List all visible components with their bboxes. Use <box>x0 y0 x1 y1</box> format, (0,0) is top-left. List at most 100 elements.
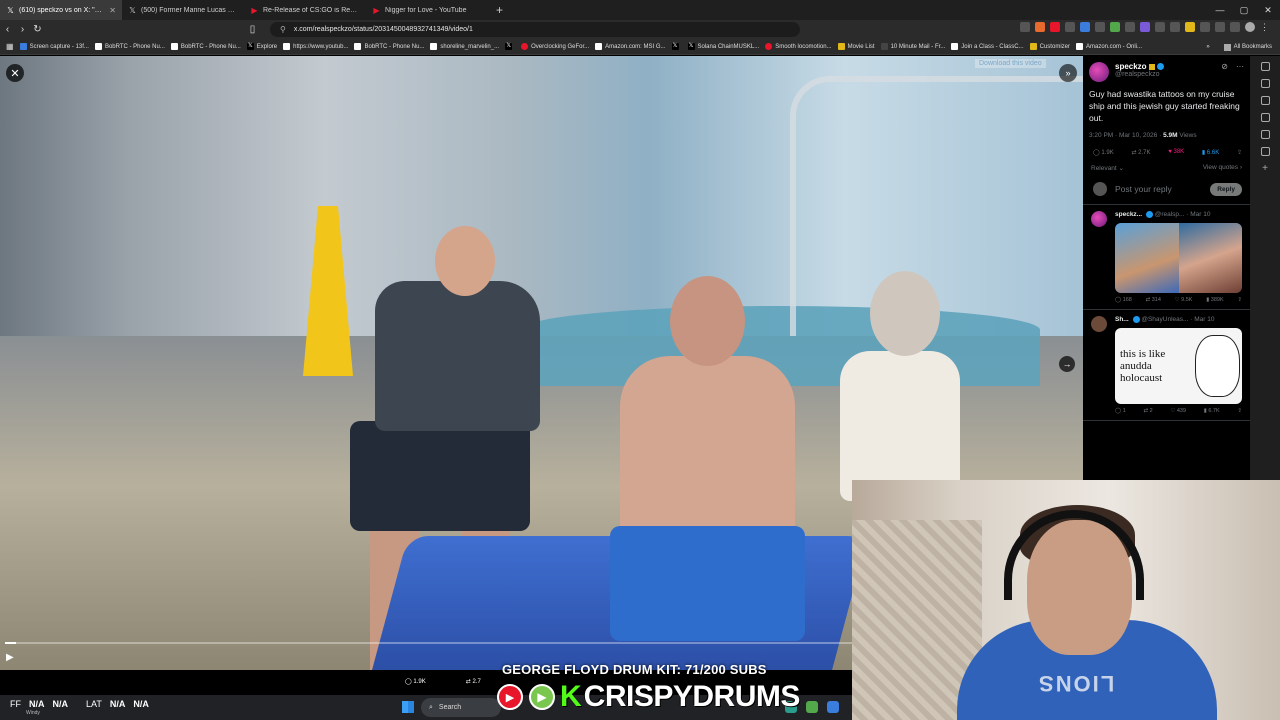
new-tab-button[interactable]: + <box>488 3 511 17</box>
avatar[interactable] <box>1089 62 1109 82</box>
site-info-icon[interactable]: ⚲ <box>280 25 286 34</box>
repost-action[interactable]: ⇄ 2 <box>1143 408 1152 414</box>
repost-stat[interactable]: ⇄ 2.7 <box>466 678 481 685</box>
bookmark-item[interactable]: BobRTC - Phone Nu... <box>94 43 165 50</box>
repost-action[interactable]: ⇄ 314 <box>1146 297 1161 303</box>
reply-action[interactable]: ◯ 168 <box>1115 297 1132 303</box>
views-action[interactable]: ▮ 6.7K <box>1204 408 1220 414</box>
extension-icon[interactable] <box>1185 22 1195 32</box>
side-panel-icon[interactable] <box>1260 113 1270 122</box>
extension-icon[interactable] <box>1140 22 1150 32</box>
side-panel-icon[interactable] <box>1260 79 1270 88</box>
grok-icon[interactable]: ⊘ <box>1221 62 1228 71</box>
bookmark-icon[interactable]: ▯ <box>245 24 260 35</box>
sort-dropdown[interactable]: Relevant ⌄ <box>1091 164 1124 172</box>
reply-action[interactable]: ◯ 1.9K <box>1093 149 1114 156</box>
extension-icon[interactable] <box>1125 22 1135 32</box>
views-action[interactable]: ▮ 389K <box>1206 297 1223 303</box>
close-window-icon[interactable]: ✕ <box>1256 5 1280 16</box>
windows-start-icon[interactable] <box>402 701 414 713</box>
tab-youtube[interactable]: ▶ Nigger for Love - YouTube <box>366 0 488 20</box>
reply-item[interactable]: Sh... @ShayUnleas... · Mar 10 this is li… <box>1083 310 1250 422</box>
all-bookmarks[interactable]: » All Bookmarks <box>1206 39 1272 54</box>
reply-stat[interactable]: ◯ 1.9K <box>405 678 426 685</box>
extension-icon[interactable] <box>1035 22 1045 32</box>
like-action[interactable]: ♡ 439 <box>1170 408 1186 414</box>
extension-icon[interactable] <box>1200 22 1210 32</box>
url-field[interactable]: ⚲ x.com/realspeckzo/status/2031450048932… <box>270 22 800 37</box>
extension-icon[interactable] <box>1095 22 1105 32</box>
reply-author-name[interactable]: Sh... <box>1115 316 1129 323</box>
bookmark-item[interactable]: shoreline_marvelin_... <box>430 43 499 50</box>
bookmark-item[interactable]: 10 Minute Mail - Fr... <box>880 43 945 50</box>
extension-icon[interactable] <box>1050 22 1060 32</box>
share-icon[interactable]: ⇪ <box>1237 297 1242 303</box>
more-icon[interactable]: ··· <box>1236 62 1244 71</box>
forward-icon[interactable]: › <box>15 24 30 35</box>
apps-icon[interactable]: ▦ <box>6 42 14 51</box>
menu-icon[interactable]: ⋮ <box>1260 22 1270 32</box>
side-panel-icon[interactable] <box>1260 62 1270 71</box>
expand-icon[interactable]: » <box>1059 64 1077 82</box>
extension-icon[interactable] <box>1155 22 1165 32</box>
bookmark-item[interactable]: Amazon.com: MSI G... <box>595 43 666 50</box>
close-icon[interactable]: ✕ <box>109 6 116 15</box>
bookmark-item[interactable]: Movie List <box>837 43 875 50</box>
post-time[interactable]: 3:20 PM · Mar 10, 2026 · <box>1089 132 1161 139</box>
reply-input[interactable]: Post your reply <box>1115 184 1210 194</box>
tab-former-marine[interactable]: 𝕏 (500) Former Marine Lucas Gage Re <box>122 0 244 20</box>
share-icon[interactable]: ⇪ <box>1237 149 1242 156</box>
reply-item[interactable]: speckz... @realsp... · Mar 10 ◯ 168 ⇄ 31… <box>1083 205 1250 311</box>
extension-icon[interactable] <box>1230 22 1240 32</box>
tab-csgo[interactable]: ▶ Re-Release of CS:GO is Really Weird <box>244 0 366 20</box>
taskbar-search[interactable]: ⌕ Search <box>421 698 501 717</box>
close-icon[interactable]: ✕ <box>6 64 24 82</box>
maximize-icon[interactable]: ▢ <box>1232 5 1256 16</box>
reply-action[interactable]: ◯ 1 <box>1115 408 1126 414</box>
bookmark-item[interactable]: Smooth locomotion... <box>765 43 832 50</box>
reply-media[interactable] <box>1115 223 1242 294</box>
extension-icon[interactable] <box>1215 22 1225 32</box>
extension-icon[interactable] <box>1020 22 1030 32</box>
author-name[interactable]: speckzo <box>1115 62 1221 71</box>
play-icon[interactable]: ▶ <box>6 652 14 663</box>
back-icon[interactable]: ‹ <box>0 24 15 35</box>
bookmark-item[interactable]: Screen capture - 13f... <box>19 43 89 50</box>
like-action[interactable]: ♡ 9.5K <box>1175 297 1193 303</box>
side-panel-icon[interactable] <box>1260 130 1270 139</box>
repost-action[interactable]: ⇄ 2.7K <box>1131 149 1150 156</box>
extension-icon[interactable] <box>1065 22 1075 32</box>
avatar[interactable] <box>1091 316 1107 333</box>
next-arrow-icon[interactable]: → <box>1059 356 1075 372</box>
download-hint[interactable]: Download this video <box>975 59 1046 68</box>
extension-icon[interactable] <box>1110 22 1120 32</box>
bookmark-item[interactable]: 𝕏 Solana ChainMUSKL... <box>687 43 759 50</box>
bookmark-item[interactable]: 𝕏 Explore <box>246 43 277 50</box>
extension-icon[interactable] <box>1170 22 1180 32</box>
reply-media[interactable]: this is like anudda holocaust <box>1115 328 1242 405</box>
bookmark-item[interactable]: https://www.youtub... <box>283 43 348 50</box>
minimize-icon[interactable]: — <box>1208 5 1232 15</box>
like-action[interactable]: ♥ 38K <box>1168 149 1184 156</box>
bookmark-item[interactable]: 𝕏 <box>671 43 682 50</box>
reply-button[interactable]: Reply <box>1210 182 1242 196</box>
side-panel-icon[interactable] <box>1260 147 1270 156</box>
share-icon[interactable]: ⇪ <box>1237 408 1242 414</box>
bookmark-item[interactable]: Amazon.com - Onli... <box>1075 43 1142 50</box>
reply-author-name[interactable]: speckz... <box>1115 211 1142 218</box>
bookmark-item[interactable]: Join a Class - ClassC... <box>951 43 1024 50</box>
app-icon[interactable] <box>806 701 818 713</box>
bookmark-item[interactable]: Customizer <box>1029 43 1070 50</box>
view-quotes-link[interactable]: View quotes › <box>1203 164 1242 172</box>
bookmark-item[interactable]: BobRTC - Phone Nu... <box>354 43 424 50</box>
reload-icon[interactable]: ↻ <box>30 24 45 35</box>
app-icon[interactable] <box>827 701 839 713</box>
bookmark-item[interactable]: 𝕏 <box>505 43 515 50</box>
bookmark-item[interactable]: Overclocking GeFor... <box>521 43 589 50</box>
tab-speckzo[interactable]: 𝕏 (610) speckzo vs on X: "Guy had ✕ <box>0 0 122 20</box>
add-icon[interactable]: + <box>1262 164 1268 174</box>
bookmark-item[interactable]: BobRTC - Phone Nu... <box>170 43 241 50</box>
author-handle[interactable]: @realspeckzo <box>1115 71 1221 78</box>
avatar[interactable] <box>1091 211 1107 227</box>
side-panel-icon[interactable] <box>1260 96 1270 105</box>
